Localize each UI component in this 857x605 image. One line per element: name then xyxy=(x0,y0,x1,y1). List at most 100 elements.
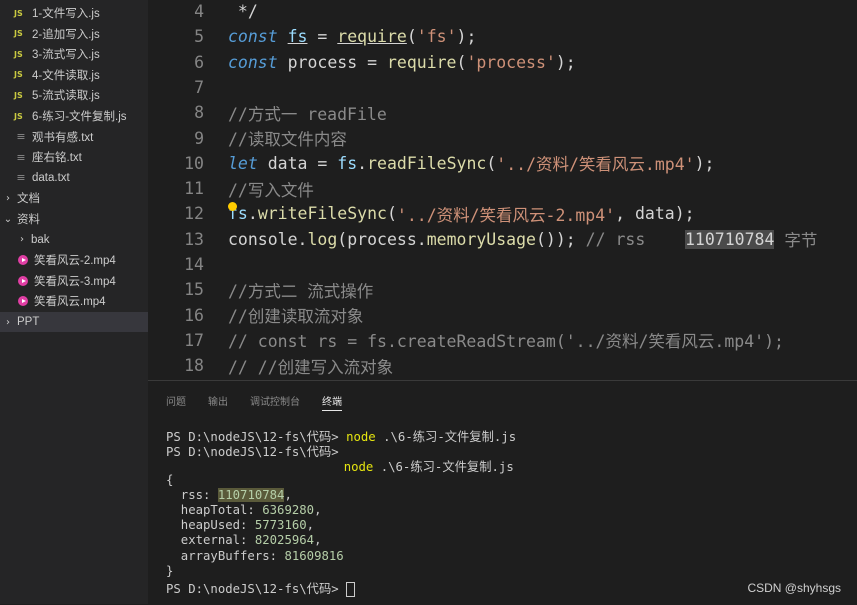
sidebar-item-label: 座右铭.txt xyxy=(32,152,82,165)
video-file-icon xyxy=(18,296,28,307)
code-token: process = xyxy=(277,52,387,72)
line-number: 4 xyxy=(194,2,204,21)
file-explorer: JS 1-文件写入.js JS 2-追加写入.js JS 3-流式写入.js JS 4-文件读… xyxy=(0,0,148,604)
line-number: 10 xyxy=(184,153,204,173)
comma: , xyxy=(314,502,322,517)
code-token: ( xyxy=(486,153,497,173)
code-line[interactable]: 12 fs. writeFileSync('../资料/笑看风云-2.mp4', d… xyxy=(148,201,857,226)
code-token: readFileSync xyxy=(367,153,487,173)
sidebar-item[interactable]: › bak xyxy=(0,230,148,250)
code-line[interactable]: 14 xyxy=(148,252,857,277)
code-token: (process. xyxy=(337,229,427,249)
code-line[interactable]: 16 //创建读取流对象 xyxy=(148,303,857,328)
line-number: 5 xyxy=(194,27,204,47)
sidebar-item[interactable]: › PPT xyxy=(0,312,148,332)
sidebar-item[interactable]: › 文档 xyxy=(0,188,148,208)
code-token: ); xyxy=(694,153,715,173)
line-number: 15 xyxy=(184,280,204,300)
sidebar-item[interactable]: ≡ data.txt xyxy=(0,168,148,188)
sidebar-item-label: data.txt xyxy=(32,171,70,184)
external-value: 82025964 xyxy=(254,533,315,548)
sidebar-item[interactable]: JS 4-文件读取.js xyxy=(0,65,148,85)
js-file-icon: JS xyxy=(14,8,23,18)
sidebar-item[interactable]: JS 6-练习-文件复制.js xyxy=(0,106,148,126)
code-token: let xyxy=(228,153,258,173)
code-line[interactable]: 9 //读取文件内容 xyxy=(148,126,857,151)
command-arg: .\6-练习-文件复制.js xyxy=(375,430,517,444)
terminal-line: PS D:\nodeJS\12-fs\代码> node .\6-练习-文件复制.… xyxy=(166,427,517,444)
line-number: 13 xyxy=(184,229,204,249)
sidebar-item[interactable]: 笑看风云-3.mp4 xyxy=(0,271,148,291)
code-line[interactable]: 7 xyxy=(148,75,857,100)
code-token: = xyxy=(307,27,338,47)
line-number: 17 xyxy=(184,330,204,350)
code-token: 110710784 xyxy=(685,229,775,249)
array-buffers-value: 81609816 xyxy=(284,548,344,563)
terminal-output[interactable]: PS D:\nodeJS\12-fs\代码> node .\6-练习-文件复制.… xyxy=(166,427,517,597)
terminal-line: heapUsed: 5773160, xyxy=(166,518,516,533)
code-token: ( xyxy=(406,27,417,47)
sidebar-item-label: 资料 xyxy=(17,214,40,226)
command-arg: .\6-练习-文件复制.js xyxy=(373,460,514,475)
sidebar-item-label: 1-文件写入.js xyxy=(32,8,100,20)
code-token: //读取文件内容 xyxy=(228,130,347,149)
code-token: const xyxy=(228,27,278,47)
code-line[interactable]: 13 console. log (process. memoryUsage ()); //… xyxy=(148,227,857,252)
code-token: '../资料/笑看风云.mp4' xyxy=(496,155,695,175)
code-line[interactable]: 10 let data = fs. readFileSync('../资料/笑看风云… xyxy=(148,151,857,176)
heap-total-value: 6369280 xyxy=(262,502,315,517)
sidebar-item-label: 文档 xyxy=(17,193,40,206)
code-token: // rss xyxy=(585,229,685,249)
code-line[interactable]: 5 const fs = require('fs'); xyxy=(148,24,857,49)
sidebar-item[interactable]: JS 2-追加写入.js xyxy=(0,24,148,44)
code-token: writeFileSync xyxy=(257,204,387,224)
video-file-icon xyxy=(18,275,28,286)
js-file-icon: JS xyxy=(14,90,23,100)
code-line[interactable]: 15 //方式二 流式操作 xyxy=(148,277,857,302)
sidebar-item[interactable]: ⌄ 资料 xyxy=(0,209,148,229)
code-line[interactable]: 11 //写入文件 xyxy=(148,176,857,201)
code-line[interactable]: 18 // //创建写入流对象 xyxy=(148,353,857,378)
code-token: require xyxy=(337,27,407,47)
sidebar-item-label: 6-练习-文件复制.js xyxy=(32,111,127,123)
code-line[interactable]: 8 //方式一 readFile xyxy=(148,100,857,125)
tab-output[interactable]: 输出 xyxy=(208,393,228,411)
sidebar-item-label: 笑看风云-3.mp4 xyxy=(34,275,116,288)
js-file-icon: JS xyxy=(14,70,23,80)
sidebar-item[interactable]: JS 5-流式读取.js xyxy=(0,85,148,105)
code-token: require xyxy=(386,52,457,72)
tab-problems[interactable]: 问题 xyxy=(166,393,186,411)
sidebar-item-label: 观书有感.txt xyxy=(32,131,94,144)
code-token: ( xyxy=(456,52,467,72)
tab-terminal[interactable]: 终端 xyxy=(322,393,342,411)
sidebar-item[interactable]: JS 3-流式写入.js xyxy=(0,44,148,64)
terminal-line: PS D:\nodeJS\12-fs\代码> xyxy=(166,442,516,459)
code-token: console. xyxy=(228,229,308,249)
sidebar-item[interactable]: JS 1-文件写入.js xyxy=(0,3,148,23)
code-token: , data); xyxy=(615,204,695,224)
comma: , xyxy=(314,533,322,548)
code-token: fs xyxy=(287,27,308,47)
heap-used-label: heapUsed: xyxy=(166,518,255,533)
sidebar-item[interactable]: 笑看风云.mp4 xyxy=(0,291,148,311)
code-editor[interactable]: 4 */5 const fs = require('fs'); 6 const pro… xyxy=(148,0,857,380)
code-token: 字节 xyxy=(774,231,818,251)
sidebar-item[interactable]: ≡ 观书有感.txt xyxy=(0,127,148,147)
tab-debug-console[interactable]: 调试控制台 xyxy=(250,393,300,411)
code-token: //写入文件 xyxy=(228,180,314,200)
code-line[interactable]: 17 // const rs = fs.createReadStream('../… xyxy=(148,328,857,353)
lightbulb-icon[interactable] xyxy=(228,202,237,211)
command-word: node xyxy=(346,430,376,444)
line-number: 16 xyxy=(184,305,204,325)
terminal-line: arrayBuffers: 81609816 xyxy=(166,549,516,564)
code-token: 'process' xyxy=(466,52,556,72)
code-line[interactable]: 4 */ xyxy=(148,0,857,24)
chevron-right-icon: › xyxy=(6,316,10,328)
terminal-line: external: 82025964, xyxy=(166,533,516,548)
sidebar-item[interactable]: 笑看风云-2.mp4 xyxy=(0,250,148,270)
code-token: . xyxy=(357,153,368,173)
sidebar-item[interactable]: ≡ 座右铭.txt xyxy=(0,147,148,167)
text-file-icon: ≡ xyxy=(16,130,26,144)
code-line[interactable]: 6 const process = require('process'); xyxy=(148,50,857,75)
